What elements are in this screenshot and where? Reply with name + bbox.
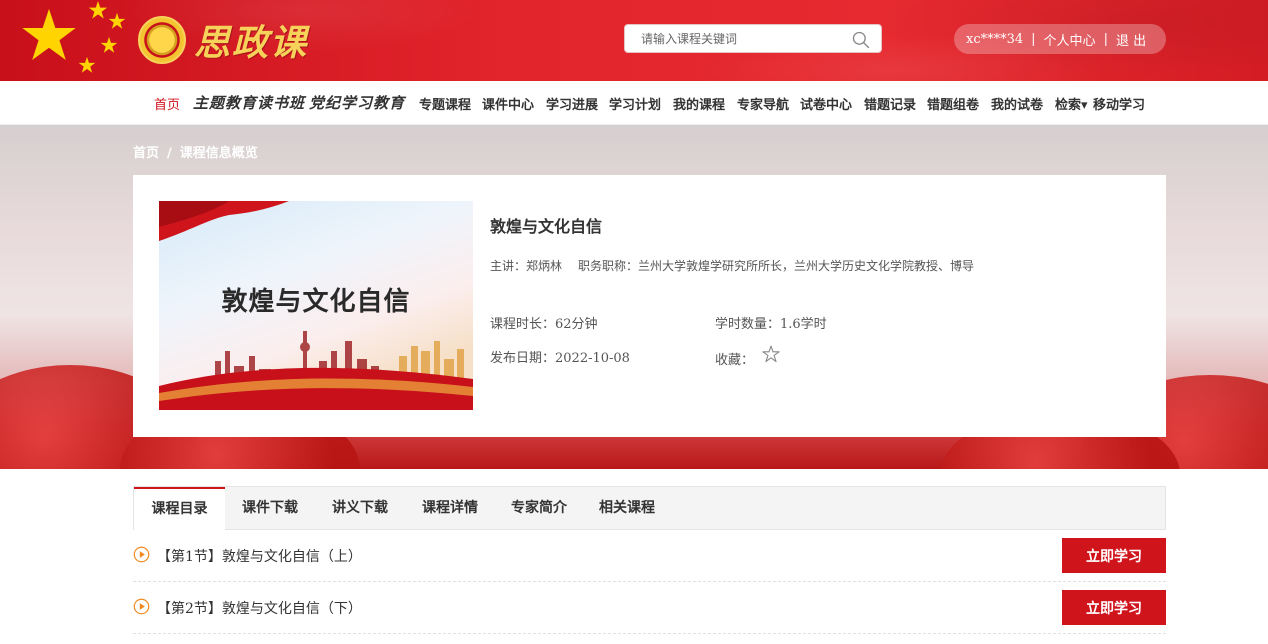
breadcrumb-current: 课程信息概览: [179, 146, 258, 161]
main-nav: 首页 主题教育读书班 党纪学习教育 专题课程 课件中心 学习进展 学习计划 我的…: [0, 81, 1268, 125]
favorite-star-icon[interactable]: [762, 345, 780, 363]
nav-item-wrong-answer-quiz[interactable]: 错题组卷: [927, 94, 979, 113]
course-title: 敦煌与文化自信: [490, 217, 603, 236]
tab-handout-download[interactable]: 讲义下载: [315, 487, 405, 530]
nav-item-party-discipline[interactable]: 党纪学习教育: [309, 92, 405, 113]
breadcrumb: 首页 / 课程信息概览: [133, 142, 258, 161]
user-menu-separator: |: [1031, 31, 1036, 47]
search-icon[interactable]: [851, 30, 871, 50]
lesson-row: 【第1节】敦煌与文化自信（上） 立即学习: [133, 530, 1166, 582]
nav-item-courseware-center[interactable]: 课件中心: [482, 94, 534, 113]
nav-item-theme-reading[interactable]: 主题教育读书班: [193, 92, 305, 113]
user-menu-separator: |: [1103, 31, 1108, 47]
course-duration: 课程时长：62分钟: [490, 317, 598, 332]
nav-item-learning-plan[interactable]: 学习计划: [609, 94, 661, 113]
lecturer-name: 主讲：郑炳林: [490, 259, 563, 273]
search-input[interactable]: [625, 25, 845, 52]
lesson-title[interactable]: 【第2节】敦煌与文化自信（下）: [157, 598, 362, 618]
course-lecturer: 主讲：郑炳林 职务职称：兰州大学敦煌学研究所所长，兰州大学历史文化学院教授、博导: [490, 257, 974, 274]
nav-item-home[interactable]: 首页: [154, 94, 180, 113]
tab-expert-profile[interactable]: 专家简介: [495, 487, 583, 530]
breadcrumb-separator: /: [167, 146, 172, 161]
username[interactable]: xc****34: [966, 32, 1023, 47]
site-logo-text[interactable]: 思政课: [194, 14, 308, 66]
thumbnail-title: 敦煌与文化自信: [221, 287, 411, 317]
nav-item-wrong-answers[interactable]: 错题记录: [864, 94, 916, 113]
profile-link[interactable]: 个人中心: [1044, 30, 1096, 49]
nav-item-topic-courses[interactable]: 专题课程: [419, 94, 471, 113]
course-publish-date: 发布日期：2022-10-08: [490, 351, 630, 366]
course-info-card: 敦煌与文化自信 敦煌与文化自信 主讲：郑炳林 职务职称：兰州大学敦煌学研究所所长，…: [133, 175, 1166, 437]
tab-course-catalog[interactable]: 课程目录: [134, 487, 225, 531]
tab-course-details[interactable]: 课程详情: [405, 487, 495, 530]
large-star-icon: [22, 8, 76, 60]
user-menu: xc****34 | 个人中心 | 退 出: [954, 24, 1166, 54]
lesson-title[interactable]: 【第1节】敦煌与文化自信（上）: [157, 546, 362, 566]
course-tabs: 课程目录 课件下载 讲义下载 课程详情 专家简介 相关课程: [133, 486, 1166, 531]
tab-courseware-download[interactable]: 课件下载: [225, 487, 315, 530]
nav-item-my-courses[interactable]: 我的课程: [673, 94, 725, 113]
nav-item-learning-progress[interactable]: 学习进展: [546, 94, 598, 113]
course-credits: 学时数量：1.6学时: [715, 317, 827, 332]
small-star-icon: [78, 56, 96, 73]
tab-related-courses[interactable]: 相关课程: [583, 487, 671, 530]
start-study-button[interactable]: 立即学习: [1062, 590, 1166, 625]
search-box: [624, 24, 882, 53]
play-icon[interactable]: [133, 546, 150, 563]
nav-item-mobile-learning[interactable]: 移动学习: [1093, 94, 1145, 113]
nav-item-expert-navigation[interactable]: 专家导航: [737, 94, 789, 113]
party-emblem-icon[interactable]: [138, 16, 186, 64]
logout-link[interactable]: 退 出: [1116, 30, 1146, 49]
small-star-icon: [88, 1, 108, 19]
breadcrumb-home[interactable]: 首页: [133, 146, 159, 161]
course-thumbnail: 敦煌与文化自信: [159, 201, 473, 410]
nav-item-search-dropdown[interactable]: 检索▾: [1055, 94, 1088, 113]
small-star-icon: [100, 36, 118, 53]
nav-item-exam-center[interactable]: 试卷中心: [800, 94, 852, 113]
small-star-icon: [108, 12, 126, 29]
play-icon[interactable]: [133, 598, 150, 615]
nav-item-my-exams[interactable]: 我的试卷: [991, 94, 1043, 113]
lecturer-position: 职务职称：兰州大学敦煌学研究所所长，兰州大学历史文化学院教授、博导: [578, 259, 975, 273]
start-study-button[interactable]: 立即学习: [1062, 538, 1166, 573]
course-hero: 首页 / 课程信息概览 敦煌与文化自信 敦煌与文化自信 主讲：郑炳林 职务职称：…: [0, 125, 1268, 469]
favorite-label: 收藏：: [715, 353, 755, 368]
site-header: 思政课 xc****34 | 个人中心 | 退 出: [0, 0, 1268, 81]
lesson-row: 【第2节】敦煌与文化自信（下） 立即学习: [133, 582, 1166, 634]
